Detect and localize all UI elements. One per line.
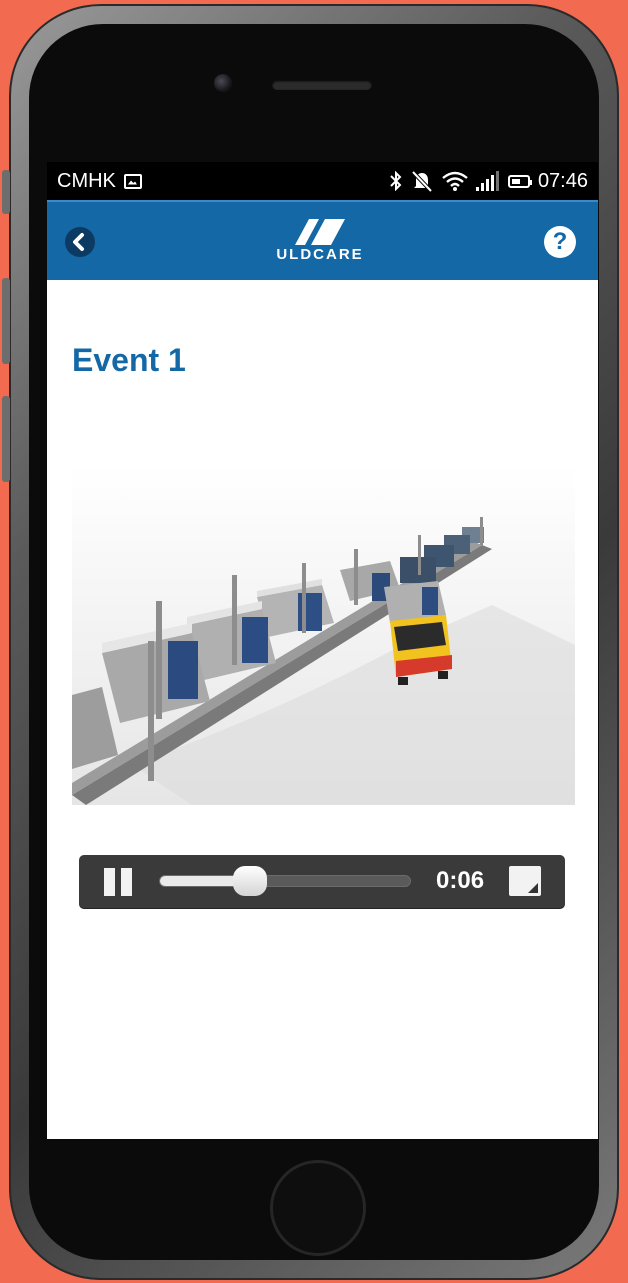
chevron-left-icon <box>73 233 84 251</box>
page-title: Event 1 <box>72 342 186 378</box>
video-controls: 0:06 <box>79 855 565 908</box>
battery-icon <box>507 174 532 188</box>
bluetooth-icon <box>390 171 402 191</box>
status-bar: CMHK 07:46 <box>47 162 598 200</box>
home-button[interactable] <box>270 1160 366 1256</box>
fullscreen-button[interactable] <box>509 866 541 896</box>
muted-bell-icon <box>411 170 433 192</box>
wifi-icon <box>442 171 468 191</box>
status-right: 07:46 <box>390 170 588 193</box>
pause-button[interactable] <box>104 868 134 896</box>
playback-time: 0:06 <box>436 867 485 894</box>
seek-handle[interactable] <box>232 866 267 896</box>
volume-down-button <box>2 396 10 482</box>
logo-text: ULDCARE <box>276 246 364 263</box>
logo-mark-icon <box>295 219 345 245</box>
carrier-name: CMHK <box>57 169 116 192</box>
help-button[interactable]: ? <box>544 226 576 258</box>
earpiece-speaker <box>272 80 372 90</box>
volume-up-button <box>2 278 10 364</box>
back-button[interactable] <box>65 227 95 257</box>
image-icon <box>123 173 142 189</box>
front-camera <box>214 74 232 92</box>
seek-track[interactable] <box>159 875 411 887</box>
clock: 07:46 <box>537 169 588 192</box>
signal-icon <box>475 171 499 191</box>
mute-switch <box>2 170 10 214</box>
uldcare-logo: ULDCARE <box>255 219 385 265</box>
status-left: CMHK <box>57 170 142 193</box>
pause-icon <box>104 868 115 896</box>
app-bar: ULDCARE ? <box>47 200 598 280</box>
video-player[interactable] <box>72 465 575 805</box>
video-thumbnail <box>72 465 575 805</box>
screen: CMHK 07:46 ULDCARE ? Event 1 0:06 <box>47 162 598 1139</box>
